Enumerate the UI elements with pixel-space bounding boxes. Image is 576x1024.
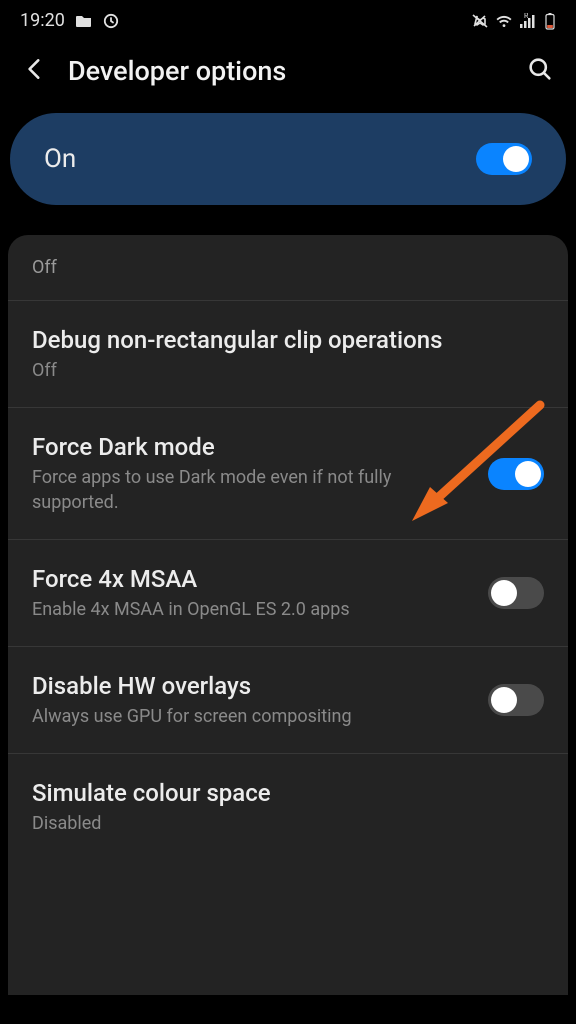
status-time: 19:20 <box>20 10 65 31</box>
setting-subtitle: Enable 4x MSAA in OpenGL ES 2.0 apps <box>32 598 472 622</box>
toggle-knob <box>491 687 517 713</box>
setting-disable-hw[interactable]: Disable HW overlays Always use GPU for s… <box>8 647 568 754</box>
setting-title: Force Dark mode <box>32 432 472 462</box>
setting-title: Debug non-rectangular clip operations <box>32 325 544 355</box>
sync-icon <box>103 13 119 29</box>
setting-text: Disable HW overlays Always use GPU for s… <box>32 671 472 729</box>
signal-icon: R <box>518 13 540 29</box>
setting-subtitle: Off <box>32 359 544 383</box>
wifi-icon <box>494 13 514 29</box>
setting-title: Simulate colour space <box>32 778 544 808</box>
toggle-knob <box>503 146 529 172</box>
vibrate-icon <box>472 13 490 29</box>
force-msaa-toggle[interactable] <box>488 577 544 609</box>
toggle-knob <box>491 580 517 606</box>
setting-partial-cutoff[interactable]: Off <box>8 257 568 301</box>
disable-hw-toggle[interactable] <box>488 684 544 716</box>
setting-status: Off <box>32 257 544 278</box>
setting-debug-clip[interactable]: Debug non-rectangular clip operations Of… <box>8 301 568 408</box>
page-title: Developer options <box>68 55 506 87</box>
status-left: 19:20 <box>20 10 119 31</box>
settings-panel: Off Debug non-rectangular clip operation… <box>8 235 568 995</box>
toggle-knob <box>515 461 541 487</box>
setting-text: Force 4x MSAA Enable 4x MSAA in OpenGL E… <box>32 564 472 622</box>
status-bar: 19:20 R <box>0 0 576 39</box>
setting-title: Disable HW overlays <box>32 671 472 701</box>
setting-text: Simulate colour space Disabled <box>32 778 544 836</box>
setting-force-msaa[interactable]: Force 4x MSAA Enable 4x MSAA in OpenGL E… <box>8 540 568 647</box>
setting-title: Force 4x MSAA <box>32 564 472 594</box>
setting-subtitle: Always use GPU for screen compositing <box>32 705 472 729</box>
master-toggle-switch[interactable] <box>476 143 532 175</box>
app-header: Developer options <box>0 39 576 113</box>
setting-subtitle: Force apps to use Dark mode even if not … <box>32 466 472 515</box>
setting-text: Force Dark mode Force apps to use Dark m… <box>32 432 472 515</box>
force-dark-toggle[interactable] <box>488 458 544 490</box>
status-right: R <box>472 12 556 30</box>
search-button[interactable] <box>526 55 554 87</box>
back-button[interactable] <box>22 56 48 86</box>
battery-icon <box>544 12 556 30</box>
setting-text: Debug non-rectangular clip operations Of… <box>32 325 544 383</box>
setting-subtitle: Disabled <box>32 812 544 836</box>
master-toggle-label: On <box>44 144 76 174</box>
folder-icon <box>75 14 93 28</box>
master-toggle-pill[interactable]: On <box>10 113 566 205</box>
setting-force-dark[interactable]: Force Dark mode Force apps to use Dark m… <box>8 408 568 540</box>
setting-colour-space[interactable]: Simulate colour space Disabled <box>8 754 568 844</box>
